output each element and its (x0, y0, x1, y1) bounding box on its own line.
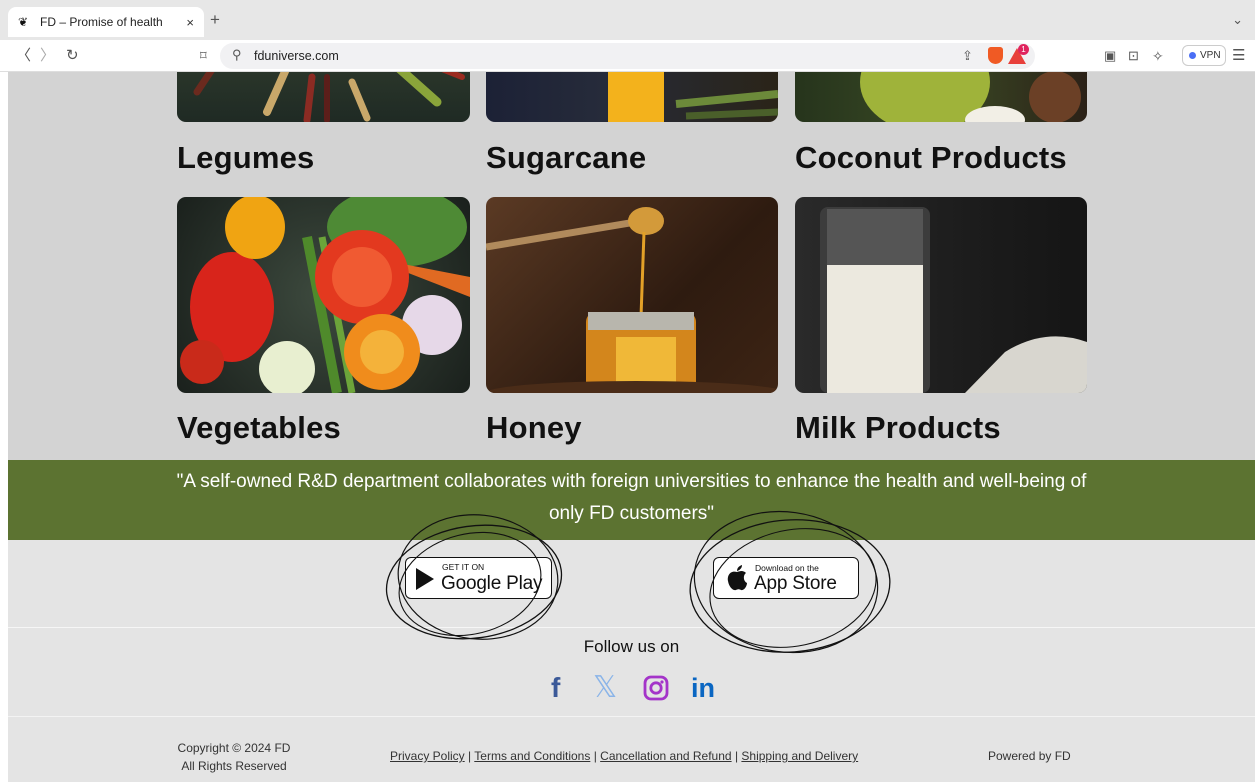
x-twitter-icon[interactable]: 𝕏 (593, 672, 617, 704)
app-store-button[interactable]: Download on the App Store (713, 557, 859, 599)
app-store-section: GET IT ON Google Play Download on the Ap… (8, 540, 1255, 628)
menu-icon[interactable]: ☰ (1232, 46, 1245, 66)
share-icon[interactable]: ⇪ (962, 48, 973, 64)
rewards-badge: 1 (1018, 44, 1029, 55)
page-viewport: Legumes Sugarcane Coconut Products Veget… (8, 72, 1255, 782)
wallet-icon[interactable]: ⊡ (1128, 46, 1139, 66)
honey-image[interactable] (486, 197, 778, 393)
site-settings-icon[interactable]: ⚲ (232, 47, 242, 63)
tab-close-icon[interactable]: × (186, 15, 194, 30)
leo-ai-icon[interactable]: ✧ (1152, 46, 1164, 66)
app-store-small-text: Download on the (755, 563, 819, 573)
linkedin-icon[interactable]: in (691, 672, 715, 704)
brave-shields-icon[interactable] (988, 47, 1003, 64)
rnd-quote-banner: "A self-owned R&D department collaborate… (8, 460, 1255, 540)
active-tab[interactable]: ❦ FD – Promise of health × (8, 7, 204, 37)
address-bar[interactable]: ⚲ fduniverse.com ⇪ 1 (220, 43, 1035, 69)
back-icon[interactable]: 〈 (16, 46, 31, 66)
powered-by: Powered by FD (988, 749, 1071, 763)
forward-icon[interactable]: 〉 (40, 46, 55, 66)
follow-us-heading: Follow us on (583, 637, 680, 656)
category-label-milk-products[interactable]: Milk Products (795, 410, 1001, 446)
coconut-image[interactable] (795, 72, 1087, 122)
footer-links: Privacy Policy | Terms and Conditions | … (390, 749, 858, 763)
category-label-sugarcane[interactable]: Sugarcane (486, 140, 646, 176)
bookmark-icon[interactable]: ⌑ (200, 46, 207, 66)
tab-bar: ❦ FD – Promise of health × + ⌄ (0, 0, 1255, 40)
copyright-line-1: Copyright © 2024 FD (177, 741, 291, 755)
vegetables-image[interactable] (177, 197, 470, 393)
category-label-legumes[interactable]: Legumes (177, 140, 315, 176)
milk-image[interactable] (795, 197, 1087, 393)
google-play-big-text: Google Play (441, 573, 543, 594)
category-label-vegetables[interactable]: Vegetables (177, 410, 341, 446)
link-separator: | (593, 749, 597, 763)
instagram-icon[interactable] (643, 675, 669, 701)
copyright-line-2: All Rights Reserved (181, 759, 287, 773)
tab-title: FD – Promise of health (40, 15, 163, 29)
site-favicon-icon: ❦ (18, 15, 29, 29)
sidebar-toggle-icon[interactable]: ▣ (1104, 46, 1116, 66)
facebook-icon[interactable]: f (551, 672, 560, 704)
vpn-button[interactable]: VPN (1182, 45, 1226, 66)
url-text[interactable]: fduniverse.com (254, 49, 339, 63)
new-tab-icon[interactable]: + (210, 10, 220, 30)
google-play-icon (416, 568, 434, 590)
reload-icon[interactable]: ↻ (66, 46, 79, 66)
link-separator: | (734, 749, 739, 763)
tab-list-chevron-icon[interactable]: ⌄ (1232, 12, 1243, 28)
category-label-honey[interactable]: Honey (486, 410, 582, 446)
category-label-coconut-products[interactable]: Coconut Products (795, 140, 1067, 176)
terms-link[interactable]: Terms and Conditions (474, 749, 590, 763)
shipping-delivery-link[interactable]: Shipping and Delivery (741, 749, 858, 763)
site-footer: Copyright © 2024 FD All Rights Reserved … (8, 716, 1255, 782)
link-separator: | (468, 749, 472, 763)
google-play-button[interactable]: GET IT ON Google Play (405, 557, 552, 599)
privacy-policy-link[interactable]: Privacy Policy (390, 749, 465, 763)
legumes-image[interactable] (177, 72, 470, 122)
app-store-big-text: App Store (754, 573, 837, 594)
category-section: Legumes Sugarcane Coconut Products Veget… (8, 72, 1255, 460)
brave-rewards-icon[interactable]: 1 (1008, 44, 1029, 64)
cancellation-refund-link[interactable]: Cancellation and Refund (600, 749, 731, 763)
google-play-small-text: GET IT ON (442, 562, 485, 572)
apple-icon (727, 565, 747, 591)
copyright: Copyright © 2024 FD All Rights Reserved (174, 739, 294, 775)
rnd-quote-text: "A self-owned R&D department collaborate… (176, 471, 1087, 524)
browser-toolbar: 〈 〉 ↻ ⌑ ⚲ fduniverse.com ⇪ 1 ▣ ⊡ ✧ VPN ☰ (0, 40, 1255, 72)
sugarcane-image[interactable] (486, 72, 778, 122)
